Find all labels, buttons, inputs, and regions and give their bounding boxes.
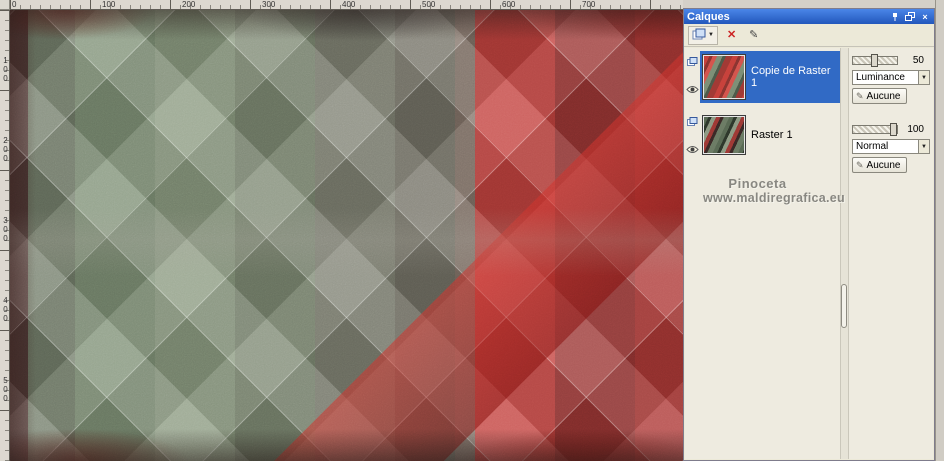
link-set-button[interactable]: ✎ Aucune: [852, 88, 908, 104]
ruler-label: 200: [1, 136, 10, 163]
delete-layer-button[interactable]: ✕: [723, 26, 740, 45]
ruler-label: 400: [342, 0, 356, 9]
combo-arrow-icon: ▼: [918, 140, 929, 153]
layer-type-icon: [687, 114, 698, 132]
brush-icon: ✎: [856, 90, 864, 101]
pin-icon[interactable]: [889, 11, 901, 22]
palette-titlebar[interactable]: Calques ×: [684, 9, 934, 24]
layer-properties-raster-1: 100 Normal ▼ ✎ Aucune: [852, 122, 930, 173]
opacity-slider-handle[interactable]: [871, 53, 878, 67]
layer-selection-area[interactable]: Copie de Raster 1: [700, 51, 840, 103]
palette-title: Calques: [687, 10, 730, 23]
combo-arrow-icon: ▼: [918, 71, 929, 84]
splitter-handle[interactable]: [841, 284, 847, 328]
layer-properties-copie-de-raster-1: 50 Luminance ▼ ✎ Aucune: [852, 53, 930, 104]
opacity-slider[interactable]: [852, 122, 898, 136]
watermark-line1: Pinoceta: [728, 176, 787, 191]
opacity-value: 50: [912, 54, 924, 66]
canvas-workspace: 0 100 200 300 400 500 600 700 100 200 30…: [0, 0, 683, 461]
link-set-button[interactable]: ✎ Aucune: [852, 157, 908, 173]
visibility-eye-icon[interactable]: [686, 81, 699, 99]
blend-mode-select[interactable]: Normal ▼: [852, 139, 930, 154]
opacity-slider-handle[interactable]: [890, 122, 897, 136]
restore-icon[interactable]: [904, 11, 916, 22]
blend-mode-value: Normal: [856, 141, 889, 152]
layer-thumbnail[interactable]: [703, 116, 745, 154]
edit-selection-button[interactable]: ✎: [745, 26, 762, 45]
edit-selection-icon: ✎: [749, 29, 759, 41]
watermark-line2: www.maldiregrafica.eu: [703, 191, 845, 205]
close-icon[interactable]: ×: [919, 11, 931, 22]
ruler-label: 0: [12, 0, 17, 9]
ruler-label: 700: [582, 0, 596, 9]
ruler-label: 100: [1, 56, 10, 83]
ruler-label: 400: [1, 296, 10, 323]
ruler-label: 500: [1, 376, 10, 403]
palette-toolbar: ▼ ✕ ✎: [684, 24, 934, 47]
ruler-label: 500: [422, 0, 436, 9]
visibility-eye-icon[interactable]: [686, 141, 699, 159]
new-layer-button[interactable]: ▼: [688, 25, 718, 45]
pane-splitter[interactable]: [840, 48, 849, 459]
brush-icon: ✎: [856, 159, 864, 170]
layers-palette: Calques × ▼ ✕ ✎ Copie de Raster 1 Raster…: [683, 8, 935, 461]
layer-type-icon: [687, 54, 698, 72]
opacity-value: 100: [907, 123, 924, 135]
watermark: Pinoceta www.maldiregrafica.eu: [703, 176, 845, 205]
layer-thumbnail[interactable]: [703, 55, 745, 99]
opacity-slider[interactable]: [852, 53, 898, 67]
blend-mode-value: Luminance: [856, 72, 905, 83]
new-layer-icon: [692, 28, 706, 43]
ruler-label: 300: [1, 216, 10, 243]
canvas-image[interactable]: [10, 10, 683, 461]
right-edge-strip: [935, 0, 944, 461]
ruler-label: 300: [262, 0, 276, 9]
palette-body: Copie de Raster 1 Raster 1 Pinoceta www.…: [685, 48, 933, 459]
delete-layer-icon: ✕: [726, 29, 737, 41]
dropdown-arrow-icon: ▼: [708, 32, 714, 38]
layer-properties-pane: 50 Luminance ▼ ✎ Aucune 100 Normal ▼ ✎ A…: [850, 48, 932, 459]
ruler-label: 600: [502, 0, 516, 9]
layer-name: Raster 1: [751, 129, 793, 141]
ruler-label: 100: [102, 0, 116, 9]
layer-row-copie-de-raster-1[interactable]: Copie de Raster 1: [685, 51, 840, 103]
noise-texture: [10, 10, 683, 461]
layer-row-raster-1[interactable]: Raster 1: [685, 111, 840, 159]
layer-list: Copie de Raster 1 Raster 1 Pinoceta www.…: [685, 48, 845, 459]
ruler-label: 200: [182, 0, 196, 9]
ruler-top: 0 100 200 300 400 500 600 700: [10, 0, 683, 10]
link-set-value: Aucune: [866, 159, 901, 171]
ruler-left: 100 200 300 400 500: [0, 10, 10, 461]
layer-selection-area[interactable]: Raster 1: [700, 111, 840, 159]
blend-mode-select[interactable]: Luminance ▼: [852, 70, 930, 85]
layer-name: Copie de Raster 1: [751, 65, 831, 89]
link-set-value: Aucune: [866, 90, 901, 102]
ruler-corner: [0, 0, 10, 10]
